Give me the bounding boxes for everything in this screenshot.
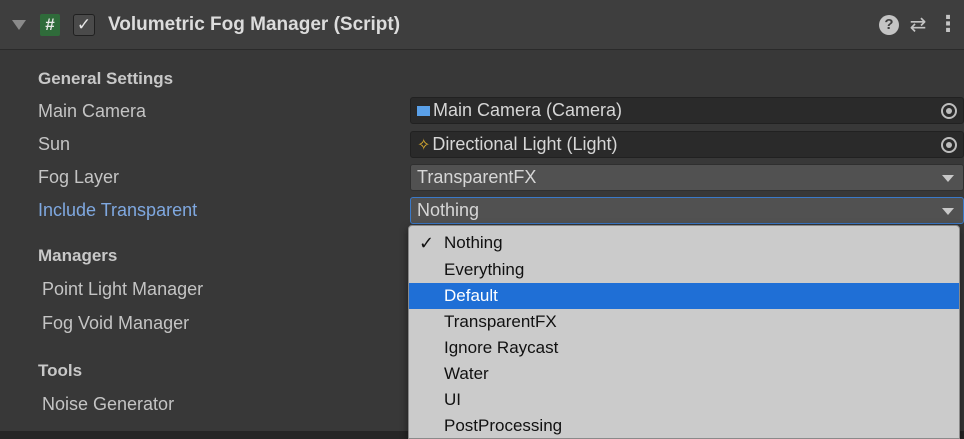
component-header: # ✓ Volumetric Fog Manager (Script) ? ⇄ … — [0, 0, 964, 50]
enable-checkbox[interactable]: ✓ — [73, 14, 95, 36]
object-picker-icon[interactable] — [941, 137, 957, 153]
sun-field[interactable]: ✧ Directional Light (Light) — [410, 131, 964, 158]
presets-icon[interactable]: ⇄ — [907, 13, 929, 37]
menu-item-default[interactable]: Default — [409, 283, 959, 309]
dropdown-arrow-icon — [942, 208, 954, 215]
menu-icon[interactable]: ⋮ — [937, 13, 959, 37]
light-icon: ✧ — [417, 137, 431, 154]
fog-void-manager-button[interactable]: Fog Void Manager — [42, 313, 189, 334]
menu-item-water[interactable]: Water — [409, 361, 959, 387]
component-title: Volumetric Fog Manager (Script) — [108, 14, 401, 35]
section-managers: Managers — [38, 246, 118, 265]
object-picker-icon[interactable] — [941, 103, 957, 119]
menu-item-ui[interactable]: UI — [409, 387, 959, 413]
camera-icon — [417, 106, 430, 116]
main-camera-value: Main Camera (Camera) — [433, 100, 623, 120]
section-general-settings: General Settings — [38, 69, 174, 88]
point-light-manager-button[interactable]: Point Light Manager — [42, 279, 203, 300]
foldout-arrow-icon[interactable] — [12, 20, 26, 30]
sun-label: Sun — [38, 134, 71, 154]
menu-item-everything[interactable]: Everything — [409, 257, 959, 283]
sun-value: Directional Light (Light) — [432, 134, 618, 154]
include-transparent-dropdown[interactable]: Nothing — [410, 197, 964, 224]
menu-item-transparentfx[interactable]: TransparentFX — [409, 309, 959, 335]
section-tools: Tools — [38, 361, 83, 380]
dropdown-arrow-icon — [942, 175, 954, 182]
menu-item-postprocessing[interactable]: PostProcessing — [409, 413, 959, 438]
fog-layer-value: TransparentFX — [417, 167, 537, 187]
layer-mask-dropdown-menu: ✓ Nothing Everything Default Transparent… — [408, 225, 960, 439]
script-icon: # — [40, 14, 60, 36]
help-icon[interactable]: ? — [879, 15, 899, 35]
main-camera-label: Main Camera — [38, 101, 147, 121]
menu-item-ignore-raycast[interactable]: Ignore Raycast — [409, 335, 959, 361]
include-transparent-label: Include Transparent — [38, 200, 198, 220]
main-camera-field[interactable]: Main Camera (Camera) — [410, 97, 964, 124]
menu-item-nothing[interactable]: ✓ Nothing — [409, 230, 959, 256]
fog-layer-label: Fog Layer — [38, 167, 120, 187]
noise-generator-button[interactable]: Noise Generator — [42, 394, 174, 415]
include-transparent-value: Nothing — [417, 200, 480, 220]
checkmark-icon: ✓ — [419, 233, 435, 253]
fog-layer-dropdown[interactable]: TransparentFX — [410, 164, 964, 191]
